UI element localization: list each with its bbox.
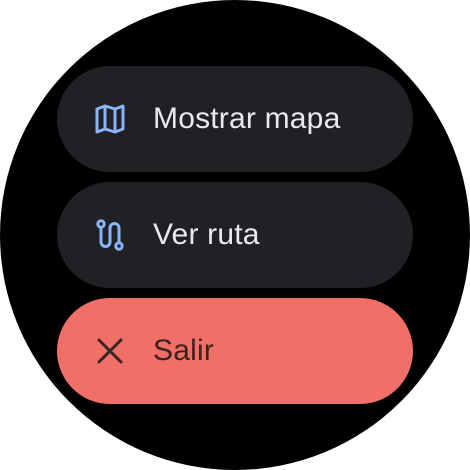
view-route-label: Ver ruta (153, 218, 260, 251)
map-icon (93, 102, 127, 136)
route-icon (93, 218, 127, 252)
show-map-button[interactable]: Mostrar mapa (57, 66, 413, 172)
watch-screen: Mostrar mapa Ver ruta Salir (0, 0, 470, 470)
exit-label: Salir (153, 334, 215, 367)
show-map-label: Mostrar mapa (153, 102, 341, 135)
view-route-button[interactable]: Ver ruta (57, 182, 413, 288)
close-icon (93, 334, 127, 368)
exit-button[interactable]: Salir (57, 298, 413, 404)
